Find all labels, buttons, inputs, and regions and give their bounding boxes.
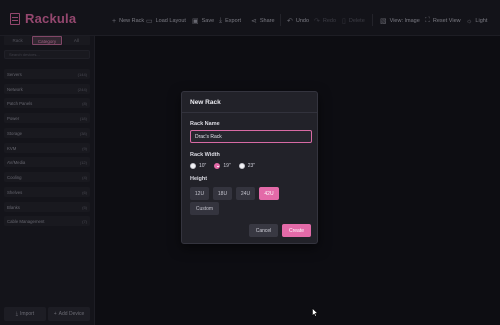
create-button[interactable]: Create — [282, 224, 311, 237]
dialog-divider — [182, 112, 317, 113]
width-option-23[interactable]: 23" — [238, 163, 255, 169]
height-option-42u[interactable]: 42U — [259, 187, 279, 200]
height-label: Height — [190, 176, 208, 182]
radio-button[interactable] — [190, 163, 196, 169]
rack-width-radio-group: 10" 19" 23" — [190, 162, 263, 170]
cancel-button[interactable]: Cancel — [249, 224, 278, 237]
height-custom-button[interactable]: Custom — [190, 202, 219, 215]
width-option-19[interactable]: 19" — [214, 163, 231, 169]
new-rack-dialog: New Rack Rack Name Rack Width 10" 19" 23… — [181, 91, 318, 244]
dialog-title: New Rack — [190, 99, 221, 106]
rack-name-input[interactable] — [190, 130, 312, 143]
mouse-cursor-icon — [312, 308, 318, 317]
rack-name-label: Rack Name — [190, 121, 220, 127]
height-option-24u[interactable]: 24U — [236, 187, 255, 200]
height-option-18u[interactable]: 18U — [213, 187, 232, 200]
height-option-12u[interactable]: 12U — [190, 187, 209, 200]
rack-width-label: Rack Width — [190, 152, 220, 158]
radio-button[interactable] — [238, 163, 245, 169]
width-option-10[interactable]: 10" — [190, 163, 206, 169]
radio-button-selected[interactable] — [214, 163, 221, 169]
